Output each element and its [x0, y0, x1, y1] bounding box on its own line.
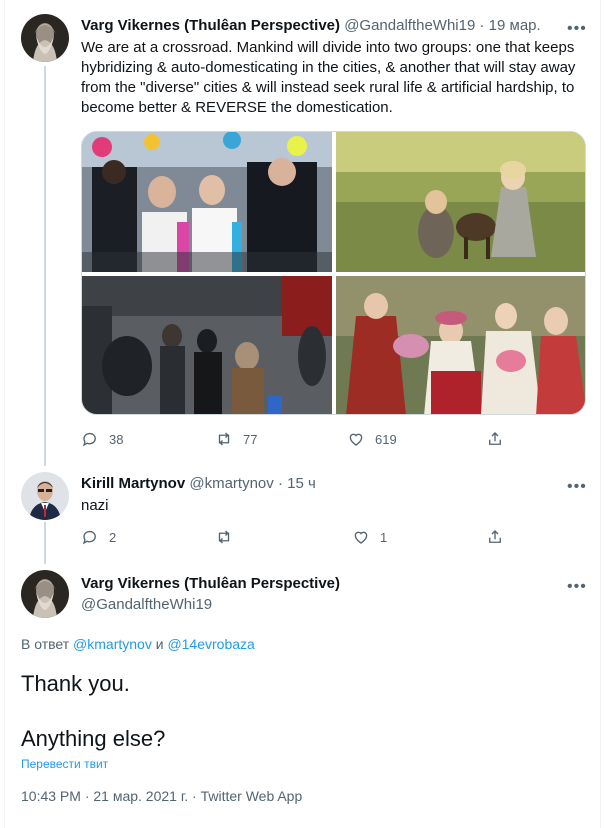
- thread-line-1: [44, 66, 46, 466]
- tweet-metadata: 10:43 PM · 21 мар. 2021 г. · Twitter Web…: [21, 788, 302, 804]
- share-icon: [489, 530, 501, 543]
- like-button[interactable]: 619: [347, 430, 397, 448]
- display-name[interactable]: Varg Vikernes (Thulêan Perspective): [81, 17, 340, 34]
- tweet-header: Kirill Martynov @kmartynov · 15 ч: [81, 474, 316, 494]
- tweet-time[interactable]: 19 мар.: [489, 17, 541, 34]
- retweet-button[interactable]: [215, 528, 243, 546]
- reply-icon: [82, 432, 96, 447]
- handle[interactable]: @kmartynov: [189, 475, 273, 492]
- tweet-time[interactable]: 15 ч: [287, 475, 316, 492]
- like-icon: [354, 531, 368, 544]
- more-icon[interactable]: •••: [567, 479, 587, 495]
- avatar[interactable]: [21, 14, 69, 62]
- separator-dot: ·: [277, 475, 283, 492]
- more-icon[interactable]: •••: [567, 579, 587, 595]
- translate-tweet-link[interactable]: Перевести твит: [21, 757, 108, 771]
- retweet-icon: [218, 530, 230, 544]
- display-name[interactable]: Varg Vikernes (Thulêan Perspective): [81, 574, 340, 594]
- display-name[interactable]: Kirill Martynov: [81, 475, 185, 492]
- media-image-street-crowd[interactable]: [82, 276, 332, 414]
- like-button[interactable]: 1: [352, 528, 387, 546]
- tweet-text-line-1: Thank you.: [21, 671, 130, 696]
- thread-line-2: [44, 522, 46, 564]
- tweet-actions: 38 77 619: [81, 429, 586, 449]
- media-image-flower-crowns[interactable]: [336, 276, 585, 414]
- retweet-count: 77: [243, 431, 258, 447]
- replying-to: В ответ @kmartynov и @14evrobaza: [21, 636, 255, 652]
- handle[interactable]: @GandalftheWhi19: [344, 17, 475, 34]
- separator-dot: ·: [479, 17, 485, 34]
- reply-conjunction: и: [155, 636, 164, 652]
- tweet-actions: 2 1: [81, 527, 586, 547]
- share-icon: [489, 432, 501, 445]
- reply-count: 38: [109, 431, 124, 447]
- tweet-timestamp[interactable]: 10:43 PM · 21 мар. 2021 г. ·: [21, 788, 201, 804]
- reply-icon: [82, 530, 96, 545]
- media-image-parade[interactable]: [82, 132, 332, 272]
- avatar[interactable]: [21, 570, 69, 618]
- share-button[interactable]: [486, 430, 504, 448]
- media-grid[interactable]: [81, 131, 586, 415]
- reply-button[interactable]: 2: [81, 528, 116, 546]
- share-button[interactable]: [486, 528, 504, 546]
- tweet-header: Varg Vikernes (Thulêan Perspective) @Gan…: [81, 16, 541, 36]
- retweet-icon: [218, 432, 230, 446]
- mention-link-1[interactable]: @kmartynov: [73, 636, 152, 652]
- like-icon: [349, 433, 363, 446]
- like-count: 619: [375, 431, 397, 447]
- tweet-text: We are at a crossroad. Mankind will divi…: [81, 39, 576, 116]
- retweet-button[interactable]: 77: [215, 430, 257, 448]
- media-image-children-goat[interactable]: [336, 132, 585, 272]
- reply-prefix: В ответ: [21, 636, 70, 652]
- like-count: 1: [380, 529, 388, 545]
- mention-link-2[interactable]: @14evrobaza: [167, 636, 254, 652]
- client-link[interactable]: Twitter Web App: [201, 788, 303, 804]
- reply-button[interactable]: 38: [81, 430, 123, 448]
- tweet-text-line-2: Anything else?: [21, 726, 166, 751]
- avatar[interactable]: [21, 472, 69, 520]
- reply-count: 2: [109, 529, 117, 545]
- more-icon[interactable]: •••: [567, 21, 587, 37]
- tweet-text: nazi: [81, 497, 109, 514]
- handle[interactable]: @GandalftheWhi19: [81, 595, 212, 615]
